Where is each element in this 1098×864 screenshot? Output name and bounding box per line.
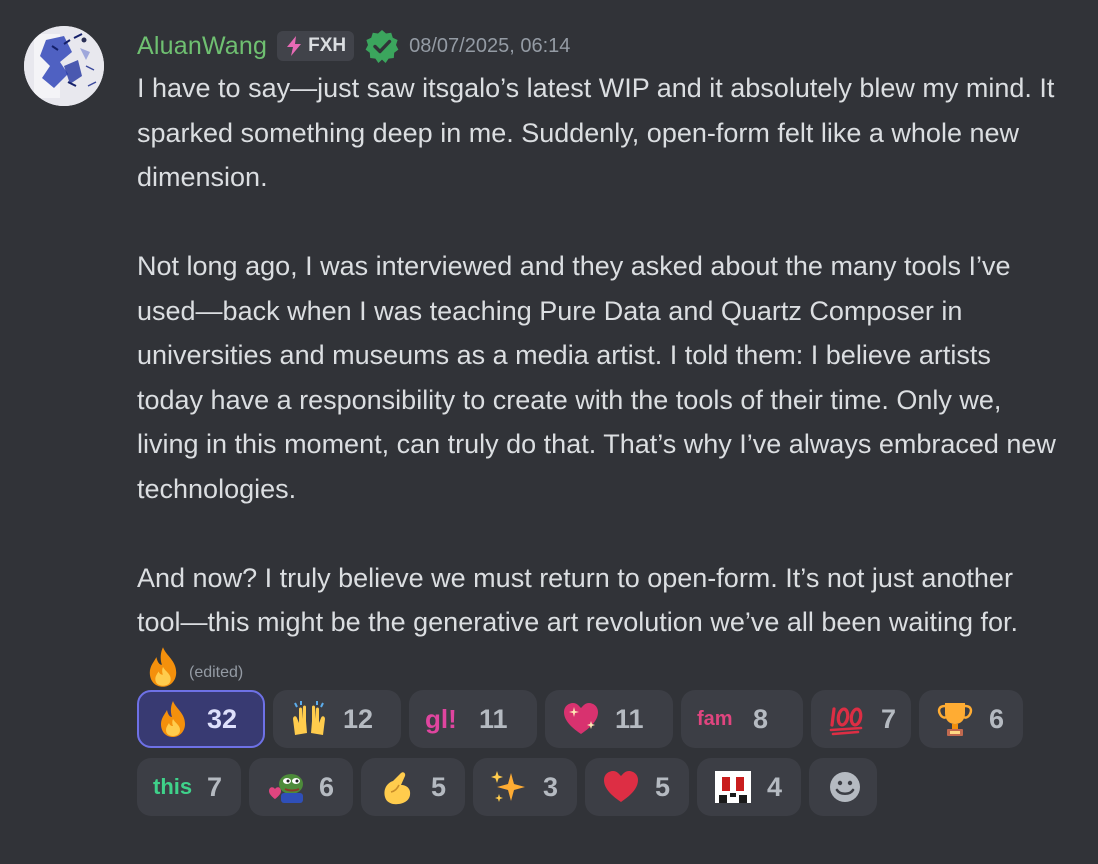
message-paragraph-last: And now? I truly believe we must return … [137,556,1057,696]
chat-message: AluanWang FXH 08/07/2025, 06:14 I have t… [0,0,1098,864]
message-header: AluanWang FXH 08/07/2025, 06:14 [137,26,570,66]
reaction-count: 7 [207,771,223,802]
reactions-row-2: this 7 6 5 3 5 4 [137,758,877,816]
raising-hands-icon [293,701,325,735]
reaction-pixel-face[interactable]: 4 [697,758,801,816]
gl-emoji-icon: gl! [425,703,457,734]
edited-label: (edited) [189,663,244,681]
reaction-pinching-hand[interactable]: 5 [361,758,465,816]
message-content: I have to say—just saw itsgalo’s latest … [137,66,1057,695]
sparkles-icon [491,771,525,802]
lightning-icon [287,36,302,56]
reaction-count: 4 [767,771,783,802]
message-paragraph: I have to say—just saw itsgalo’s latest … [137,73,1055,192]
reaction-fam[interactable]: fam 8 [681,690,803,748]
message-timestamp[interactable]: 08/07/2025, 06:14 [409,35,570,58]
reaction-count: 7 [881,703,897,734]
reaction-count: 11 [615,703,644,734]
reaction-gl[interactable]: gl! 11 [409,690,537,748]
hundred-points-icon [829,707,863,736]
sparkling-heart-icon [564,703,598,734]
pinching-hand-icon [384,772,411,805]
red-heart-icon [604,771,638,802]
reaction-sparkles[interactable]: 3 [473,758,577,816]
reaction-count: 12 [343,703,374,734]
fire-icon [161,701,185,737]
reaction-count: 5 [655,771,671,802]
add-reaction-button[interactable] [809,758,877,816]
reaction-red-heart[interactable]: 5 [585,758,689,816]
user-avatar[interactable] [24,26,104,106]
author-username[interactable]: AluanWang [137,32,267,61]
reaction-sparkling-heart[interactable]: 11 [545,690,673,748]
message-paragraph-text: And now? I truly believe we must return … [137,562,1018,638]
pepe-icon [269,774,303,803]
server-tag[interactable]: FXH [277,31,355,61]
trophy-icon [937,703,973,736]
fam-emoji-icon: fam [697,707,733,730]
reaction-this[interactable]: this 7 [137,758,241,816]
reaction-count: 6 [319,771,335,802]
reaction-count: 8 [753,703,769,734]
this-emoji-icon: this [153,774,193,799]
server-tag-label: FXH [308,35,347,56]
reaction-count: 3 [543,771,559,802]
reaction-count: 32 [207,703,238,734]
reaction-pepe[interactable]: 6 [249,758,353,816]
reaction-trophy[interactable]: 6 [919,690,1023,748]
reactions-row-1: 32 12 gl! 11 11 fam 8 7 6 [137,690,1023,748]
reaction-count: 5 [431,771,447,802]
reaction-hundred[interactable]: 7 [811,690,911,748]
message-paragraph: Not long ago, I was interviewed and they… [137,251,1056,504]
fire-icon [149,646,177,687]
smiley-add-reaction-icon [830,772,860,802]
reaction-raising-hands[interactable]: 12 [273,690,401,748]
reaction-count: 11 [479,703,508,734]
reaction-count: 6 [989,703,1005,734]
verified-badge-icon [365,30,399,63]
pixel-face-icon [715,771,751,803]
reaction-fire[interactable]: 32 [137,690,265,748]
avatar-image [24,26,104,106]
